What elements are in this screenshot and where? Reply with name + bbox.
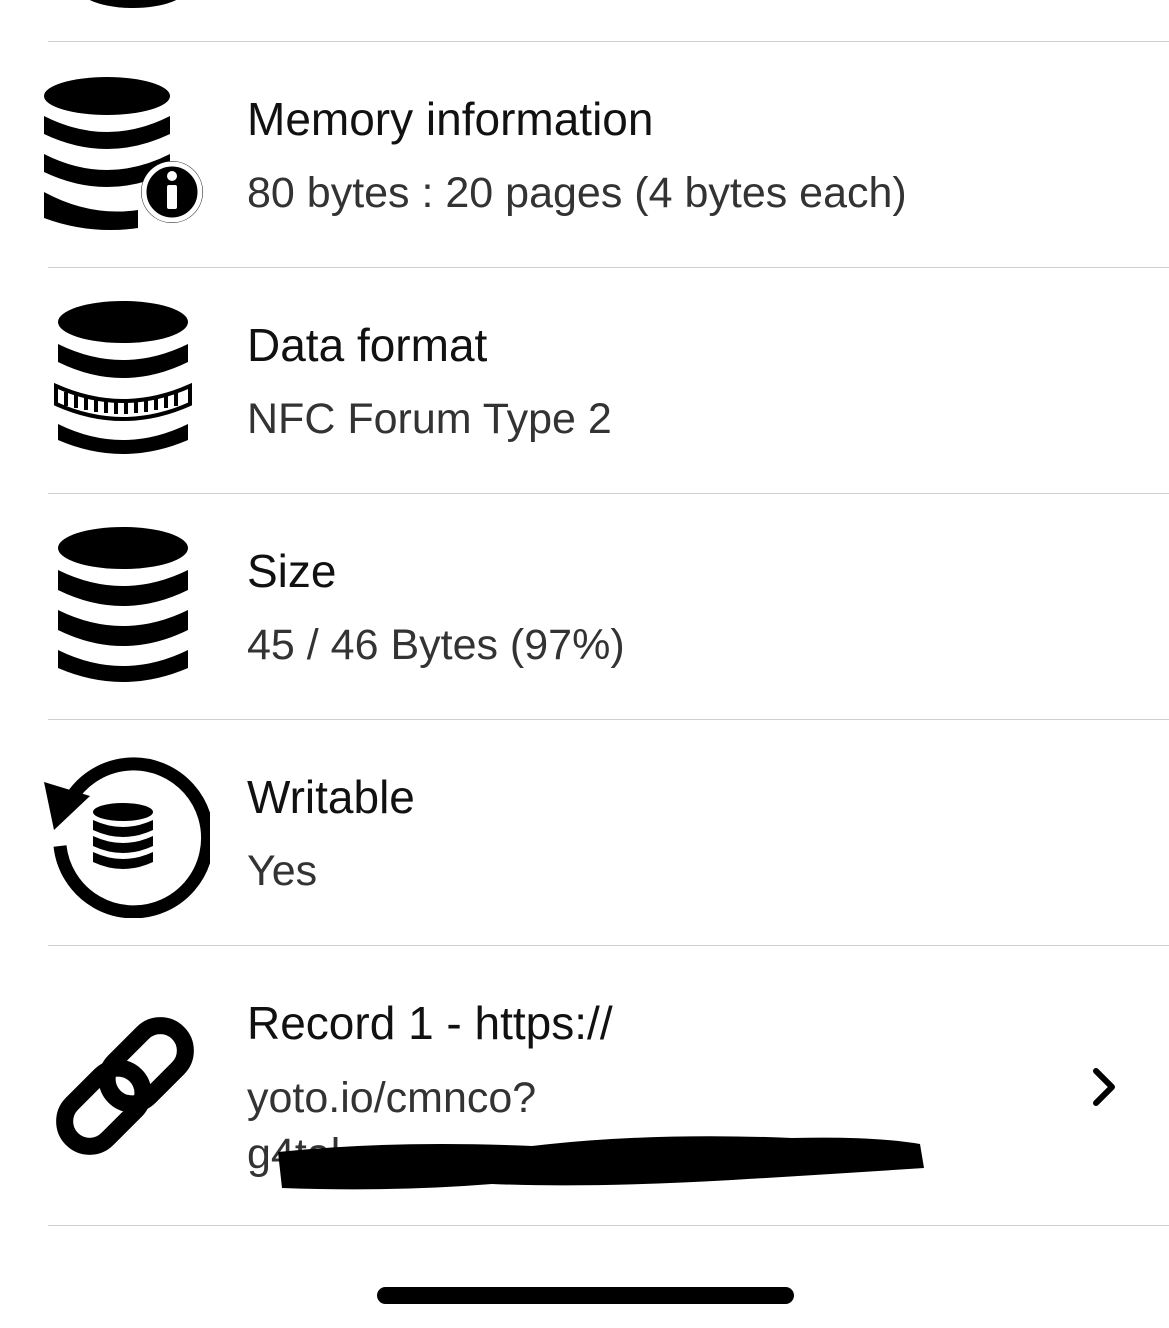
row-detail: Yes <box>247 847 318 895</box>
previous-row-icon <box>78 0 188 8</box>
row-title: Writable <box>247 771 415 823</box>
link-icon <box>40 1001 210 1171</box>
row-detail: 45 / 46 Bytes (97%) <box>247 621 625 669</box>
database-format-icon <box>40 298 210 468</box>
row-detail-line-1: yoto.io/cmnco? <box>247 1074 537 1122</box>
row-title: Memory information <box>247 93 654 145</box>
database-rewrite-icon <box>40 748 210 918</box>
row-detail: 80 bytes : 20 pages (4 bytes each) <box>247 169 907 217</box>
row-title: Size <box>247 545 337 597</box>
divider <box>48 1225 1169 1226</box>
database-info-icon <box>40 72 210 242</box>
data-format-row[interactable]: Data format NFC Forum Type 2 <box>0 268 1169 493</box>
database-icon <box>40 524 210 694</box>
writable-row[interactable]: Writable Yes <box>0 720 1169 945</box>
row-detail: NFC Forum Type 2 <box>247 395 612 443</box>
redaction-scribble <box>272 1122 928 1194</box>
home-indicator[interactable] <box>377 1287 794 1304</box>
memory-information-row[interactable]: Memory information 80 bytes : 20 pages (… <box>0 42 1169 267</box>
size-row[interactable]: Size 45 / 46 Bytes (97%) <box>0 494 1169 719</box>
row-title: Record 1 - https:// <box>247 997 613 1049</box>
row-title: Data format <box>247 319 488 371</box>
chevron-right-icon[interactable] <box>1090 1067 1120 1107</box>
